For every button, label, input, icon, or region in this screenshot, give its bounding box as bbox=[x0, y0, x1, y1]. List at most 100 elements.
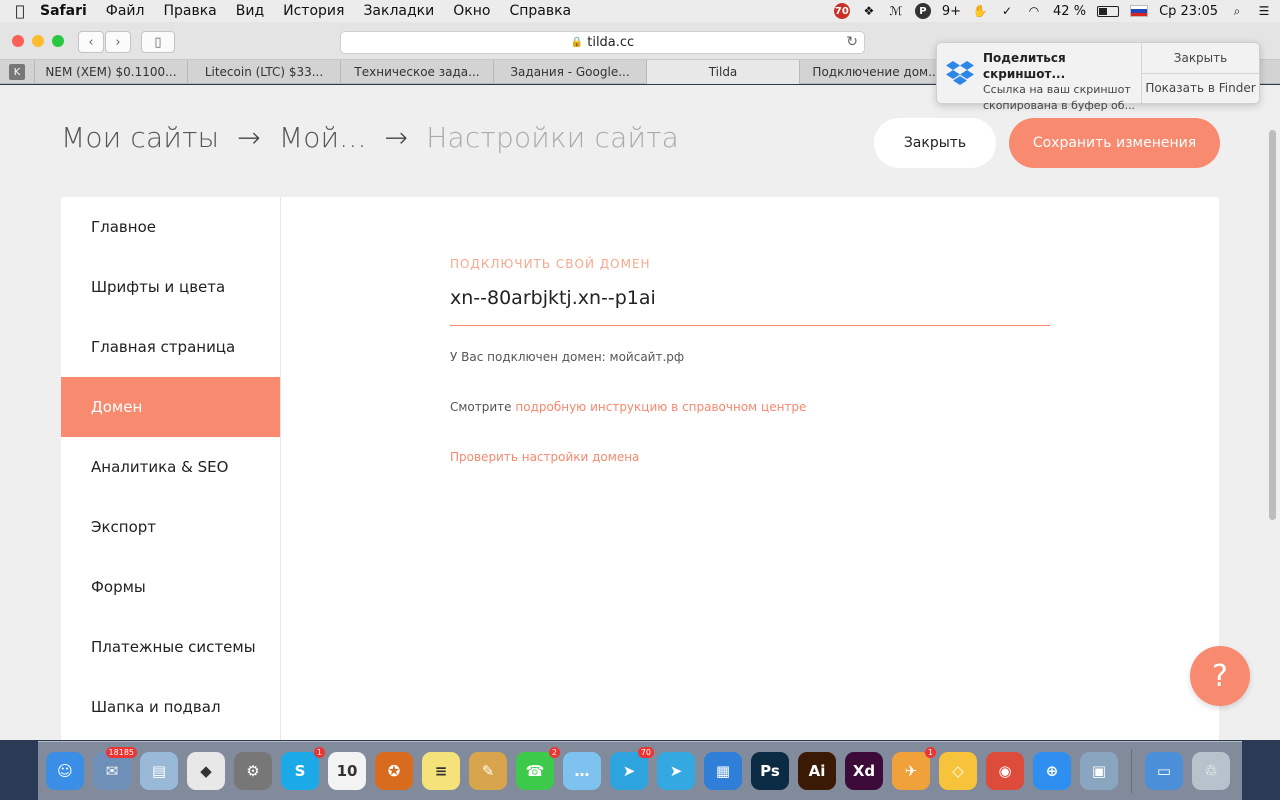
dock-xd-icon[interactable]: Xd bbox=[845, 752, 883, 790]
dock-telegram-icon[interactable]: ➤ 70 bbox=[610, 747, 654, 790]
back-button[interactable]: ‹ bbox=[78, 31, 104, 53]
guide-link[interactable]: подробную инструкцию в справочном центре bbox=[515, 400, 806, 414]
dock-glyph: ♲ bbox=[1204, 762, 1218, 780]
check-domain-link[interactable]: Проверить настройки домена bbox=[450, 450, 1050, 464]
dock-system-preferences-icon[interactable]: ⚙ bbox=[234, 752, 272, 790]
dock-badge: 18185 bbox=[105, 747, 137, 758]
battery-icon[interactable] bbox=[1097, 5, 1120, 17]
dock-illustrator-icon[interactable]: Ai bbox=[798, 752, 836, 790]
page-scrollbar[interactable] bbox=[1269, 130, 1276, 520]
sidebar-item-payment-systems[interactable]: Платежные системы bbox=[61, 617, 280, 677]
menu-file[interactable]: Файл bbox=[106, 3, 145, 19]
menu-edit[interactable]: Правка bbox=[163, 3, 216, 19]
check-shield-icon[interactable]: ✓ bbox=[999, 3, 1015, 19]
sidebar-item-domain[interactable]: Домен bbox=[61, 377, 280, 437]
sidebar-item-forms[interactable]: Формы bbox=[61, 557, 280, 617]
zoom-window-icon[interactable] bbox=[52, 35, 64, 47]
dock-trash-icon[interactable]: ♲ bbox=[1192, 752, 1230, 790]
wifi-icon[interactable]: ◠ bbox=[1026, 3, 1042, 19]
notification-finder-button[interactable]: Показать в Finder bbox=[1142, 72, 1259, 104]
dock-glyph: Ai bbox=[808, 762, 826, 780]
dock-glyph: S bbox=[294, 762, 306, 780]
notification-line2: скопирована в буфер об... bbox=[983, 99, 1136, 112]
dock-separator bbox=[1131, 749, 1132, 793]
dock-keynote-icon[interactable]: ▦ bbox=[704, 752, 742, 790]
tab-google-tasks[interactable]: Задания - Google... bbox=[494, 60, 647, 84]
tab-litecoin[interactable]: Litecoin (LTC) $33... bbox=[188, 60, 341, 84]
dropbox-icon[interactable]: ❖ bbox=[861, 3, 877, 19]
pinned-tab[interactable]: K bbox=[0, 60, 35, 84]
sidebar-toggle-button[interactable]: ▯ bbox=[141, 31, 175, 53]
guide-prefix: Смотрите bbox=[450, 400, 516, 414]
close-button[interactable]: Закрыть bbox=[874, 118, 996, 168]
address-bar[interactable]: 🔒 tilda.cc ↻ bbox=[340, 31, 865, 54]
dock-calendar-icon[interactable]: 10 bbox=[328, 752, 366, 790]
m-app-icon[interactable]: ℳ bbox=[888, 3, 904, 19]
tab-domain-connect[interactable]: Подключение дом... bbox=[800, 60, 953, 84]
sidebar-item-export[interactable]: Экспорт bbox=[61, 497, 280, 557]
forward-button[interactable]: › bbox=[105, 31, 131, 53]
dock-safari-icon[interactable]: ⊕ bbox=[1033, 752, 1071, 790]
p-app-icon[interactable]: P bbox=[914, 3, 931, 19]
dock-sketch-icon[interactable]: ◇ bbox=[939, 752, 977, 790]
menu-bookmarks[interactable]: Закладки bbox=[363, 3, 434, 19]
minimize-window-icon[interactable] bbox=[32, 35, 44, 47]
dock-notes-icon[interactable]: ≡ bbox=[422, 752, 460, 790]
domain-input[interactable]: xn--80arbjktj.xn--p1ai bbox=[450, 287, 1050, 326]
dock-photoshop-icon[interactable]: Ps bbox=[751, 752, 789, 790]
dock-glyph: ▤ bbox=[151, 762, 167, 780]
dock-facetime-icon[interactable]: ☎ 2 bbox=[516, 747, 560, 790]
sidebar-item-main[interactable]: Главное bbox=[61, 197, 280, 257]
dock-textedit-icon[interactable]: ✎ bbox=[469, 752, 507, 790]
hand-icon[interactable]: ✋ bbox=[972, 3, 988, 19]
dock-telegram-desktop-icon[interactable]: ➤ bbox=[657, 752, 695, 790]
menu-help[interactable]: Справка bbox=[509, 3, 571, 19]
sidebar-item-analytics-seo[interactable]: Аналитика & SEO bbox=[61, 437, 280, 497]
russian-flag-icon[interactable] bbox=[1130, 5, 1149, 17]
menu-app-name[interactable]: Safari bbox=[40, 3, 87, 19]
dock-brave-icon[interactable]: ✪ bbox=[375, 752, 413, 790]
dock-yandex-disk-icon[interactable]: ◆ bbox=[187, 752, 225, 790]
breadcrumb-current: Настройки сайта bbox=[426, 121, 680, 154]
dock-glyph: ✈ bbox=[904, 762, 918, 780]
clock[interactable]: Ср 23:05 bbox=[1159, 4, 1218, 19]
tab-tech-task[interactable]: Техническое зада... bbox=[341, 60, 494, 84]
notification-center-icon[interactable]: ☰ bbox=[1256, 3, 1272, 19]
notification-badge-icon[interactable]: 70 bbox=[833, 3, 850, 19]
tab-tilda[interactable]: Tilda bbox=[647, 60, 800, 84]
help-button[interactable]: ? bbox=[1190, 646, 1250, 706]
notification-close-button[interactable]: Закрыть bbox=[1142, 43, 1259, 73]
menu-window[interactable]: Окно bbox=[453, 3, 490, 19]
dock-glyph: Ps bbox=[760, 762, 780, 780]
dock-messages-icon[interactable]: … bbox=[563, 752, 601, 790]
dock-glyph: 10 bbox=[336, 762, 358, 780]
apple-icon[interactable]:  bbox=[0, 2, 40, 20]
menu-history[interactable]: История bbox=[283, 3, 344, 19]
dock-mail-icon[interactable]: ✉ 18185 bbox=[93, 747, 137, 790]
dock-image-capture-icon[interactable]: ▣ bbox=[1080, 752, 1118, 790]
sidebar-item-home-page[interactable]: Главная страница bbox=[61, 317, 280, 377]
breadcrumb-site[interactable]: Мой... bbox=[279, 121, 367, 154]
menu-view[interactable]: Вид bbox=[236, 3, 264, 19]
dock-glyph: ✪ bbox=[387, 762, 401, 780]
close-window-icon[interactable] bbox=[12, 35, 24, 47]
tab-nem[interactable]: NEM (XEM) $0.1100... bbox=[35, 60, 188, 84]
dock-badge: 1 bbox=[924, 747, 936, 758]
reload-icon[interactable]: ↻ bbox=[846, 34, 858, 50]
spotlight-search-icon[interactable]: ⌕ bbox=[1229, 3, 1245, 19]
sidebar-item-fonts-colors[interactable]: Шрифты и цвета bbox=[61, 257, 280, 317]
dock-badge: 2 bbox=[548, 747, 560, 758]
dock-glyph: ➤ bbox=[669, 762, 683, 780]
dock-glyph: ◆ bbox=[200, 762, 212, 780]
dock-airmail-icon[interactable]: ✈ 1 bbox=[892, 747, 936, 790]
dock-preview-icon[interactable]: ▤ bbox=[140, 752, 178, 790]
dock-chrome-icon[interactable]: ◉ bbox=[986, 752, 1024, 790]
breadcrumb-arrow-icon: → bbox=[237, 121, 261, 154]
sidebar-item-header-footer[interactable]: Шапка и подвал bbox=[61, 677, 280, 737]
notification-actions: Закрыть Показать в Finder bbox=[1141, 43, 1259, 103]
dock-finder-icon[interactable]: ☺ bbox=[46, 752, 84, 790]
dock-skype-icon[interactable]: S1 bbox=[281, 747, 325, 790]
dock-downloads-icon[interactable]: ▭ bbox=[1145, 752, 1183, 790]
save-changes-button[interactable]: Сохранить изменения bbox=[1009, 118, 1220, 168]
breadcrumb-my-sites[interactable]: Мои сайты bbox=[61, 121, 219, 154]
